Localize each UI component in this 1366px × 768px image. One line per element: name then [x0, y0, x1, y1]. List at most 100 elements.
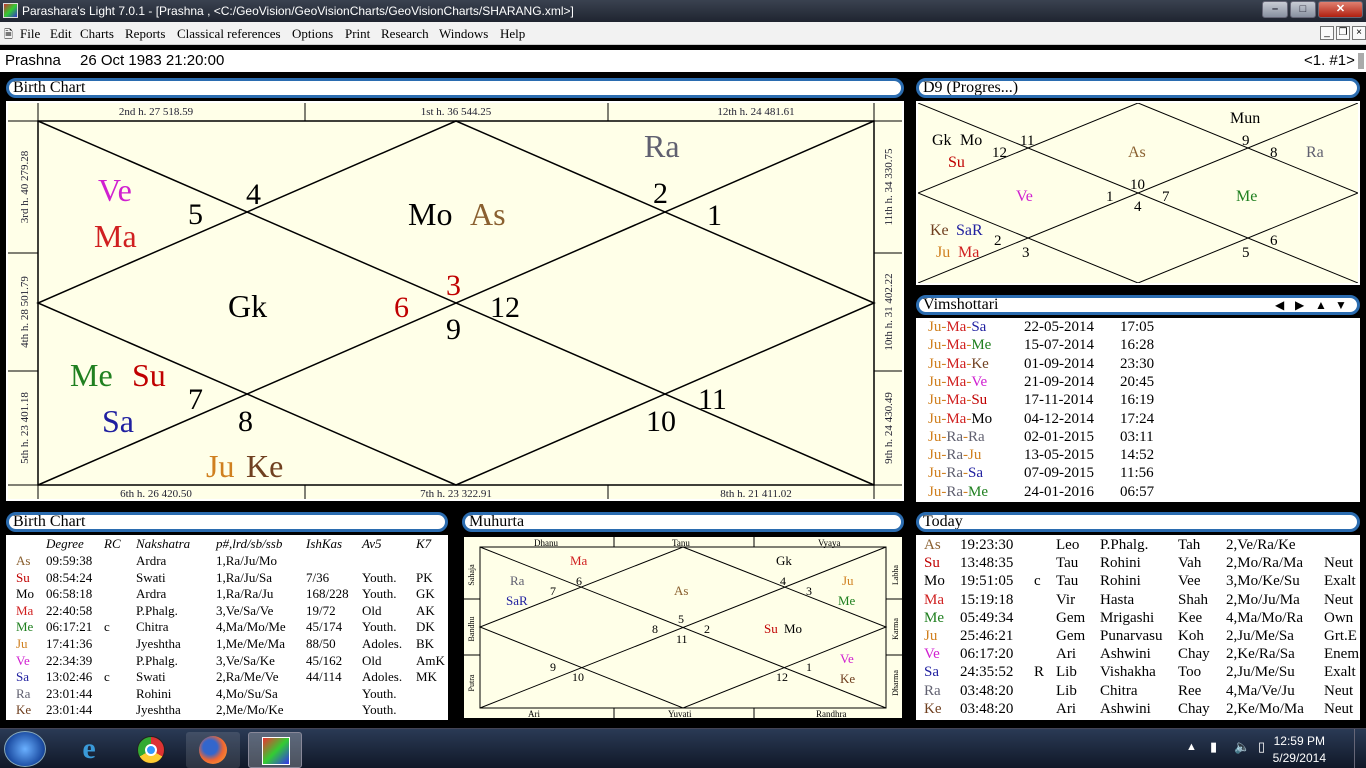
today-cell: Vishakha — [1100, 664, 1156, 681]
planet-jupiter[interactable]: Ju — [206, 448, 234, 484]
d9-planet[interactable]: Su — [948, 154, 965, 171]
menu-charts[interactable]: Charts — [80, 26, 114, 42]
battery-icon[interactable]: ▯ — [1258, 739, 1265, 755]
close-button[interactable]: ✕ — [1318, 1, 1363, 18]
dasha-row[interactable]: Ju-Ra-Ju 13-05-2015 14:52 — [928, 447, 1154, 464]
muhurta-planet[interactable]: Me — [838, 593, 856, 608]
muhurta-planet[interactable]: Mo — [784, 621, 802, 636]
menu-edit[interactable]: Edit — [50, 26, 72, 42]
muhurta-house-number: 12 — [776, 670, 788, 684]
arrow-down-icon[interactable]: ▼ — [1335, 298, 1347, 312]
table-cell: 23:01:44 — [46, 702, 93, 718]
d9-planet[interactable]: Ke — [930, 222, 949, 239]
muhurta-planet[interactable]: Ra — [510, 573, 525, 588]
table-cell: Rohini — [136, 685, 172, 701]
arrow-up-icon[interactable]: ▲ — [1315, 298, 1327, 312]
mdi-minimize-button[interactable]: _ — [1320, 26, 1334, 40]
dasha-row[interactable]: Ju-Ma-Me 15-07-2014 16:28 — [928, 337, 1154, 354]
column-header[interactable]: Av5 — [362, 536, 382, 552]
d9-planet[interactable]: Ve — [1016, 188, 1033, 205]
d9-planet[interactable]: Mun — [1230, 110, 1260, 127]
column-header[interactable]: K7 — [416, 536, 431, 552]
mdi-restore-button[interactable]: ❐ — [1336, 26, 1350, 40]
menu-classical-references[interactable]: Classical references — [177, 26, 281, 42]
scroll-handle[interactable] — [1358, 53, 1364, 69]
column-header[interactable]: IshKas — [306, 536, 342, 552]
menu-print[interactable]: Print — [345, 26, 370, 42]
minimize-button[interactable]: – — [1262, 1, 1288, 18]
table-cell: Adoles. — [362, 669, 403, 685]
internet-explorer-icon[interactable]: e — [62, 732, 116, 768]
planet-rahu[interactable]: Ra — [644, 128, 680, 164]
column-header[interactable]: p#,lrd/sb/ssb — [216, 536, 282, 552]
system-clock[interactable]: 12:59 PM 5/29/2014 — [1273, 733, 1326, 767]
firefox-icon[interactable] — [186, 732, 240, 768]
dasha-row[interactable]: Ju-Ma-Ve 21-09-2014 20:45 — [928, 374, 1154, 391]
column-header[interactable]: Degree — [46, 536, 84, 552]
d9-planet[interactable]: As — [1128, 144, 1146, 161]
start-button[interactable] — [4, 731, 46, 767]
menu-help[interactable]: Help — [500, 26, 525, 42]
column-header[interactable]: RC — [104, 536, 121, 552]
dasha-row[interactable]: Ju-Ma-Mo 04-12-2014 17:24 — [928, 411, 1154, 428]
d9-planet[interactable]: Me — [1236, 188, 1257, 205]
menu-bar: 🗎 File Edit Charts Reports Classical ref… — [0, 22, 1366, 45]
title-bar: Parashara's Light 7.0.1 - [Prashna , <C:… — [0, 0, 1366, 22]
volume-icon[interactable]: 🔈 — [1234, 739, 1250, 755]
dasha-row[interactable]: Ju-Ra-Ra 02-01-2015 03:11 — [928, 428, 1154, 446]
d9-planet[interactable]: Ju — [936, 244, 950, 261]
planet-venus[interactable]: Ve — [98, 172, 132, 208]
muhurta-planet[interactable]: Ve — [840, 651, 854, 666]
muhurta-planet[interactable]: Su — [764, 621, 778, 636]
menu-windows[interactable]: Windows — [439, 26, 488, 42]
menu-options[interactable]: Options — [292, 26, 333, 42]
menu-reports[interactable]: Reports — [125, 26, 165, 42]
birth-chart[interactable]: 2nd h. 27 518.59 1st h. 36 544.25 12th h… — [6, 101, 904, 501]
planet-mercury[interactable]: Me — [70, 357, 113, 393]
table-cell: DK — [416, 619, 435, 635]
column-header[interactable]: Nakshatra — [136, 536, 190, 552]
today-cell: Ari — [1056, 646, 1076, 663]
dasha-row[interactable]: Ju-Ra-Me 24-01-2016 06:57 — [928, 484, 1154, 501]
planet-ketu[interactable]: Ke — [246, 448, 283, 484]
network-icon[interactable]: ▮ — [1210, 739, 1217, 755]
planet-sun[interactable]: Su — [132, 357, 166, 393]
muhurta-house-number: 7 — [550, 584, 556, 598]
d9-planet[interactable]: Mo — [960, 132, 982, 149]
planet-ascendant[interactable]: As — [470, 196, 506, 232]
muhurta-planet[interactable]: As — [674, 583, 688, 598]
dasha-lord: Ra — [946, 428, 964, 445]
muhurta-chart[interactable]: Dhanu Tanu Vyaya Ari Yuvati Randhra Saha… — [462, 535, 904, 720]
d9-chart[interactable]: Mun Gk Mo Su As Ra Ve Me Ke SaR Ju Ma 11… — [916, 101, 1360, 285]
d9-planet[interactable]: Ma — [958, 244, 979, 261]
muhurta-planet[interactable]: Ju — [842, 573, 854, 588]
dasha-row[interactable]: Ju-Ra-Sa 07-09-2015 11:56 — [928, 465, 1154, 482]
dasha-row[interactable]: Ju-Ma-Su 17-11-2014 16:19 — [928, 392, 1154, 409]
muhurta-planet[interactable]: Ma — [570, 553, 588, 568]
chart-index[interactable]: <1. #1> — [1304, 52, 1355, 69]
d9-planet[interactable]: Gk — [932, 132, 952, 149]
planet-saturn[interactable]: Sa — [102, 403, 134, 439]
d9-planet[interactable]: Ra — [1306, 144, 1324, 161]
chrome-icon[interactable] — [124, 732, 178, 768]
today-cell: Neut — [1324, 591, 1354, 608]
dasha-row[interactable]: Ju-Ma-Sa 22-05-2014 17:05 — [928, 319, 1154, 336]
planet-gulika[interactable]: Gk — [228, 288, 267, 324]
arrow-right-icon[interactable]: ▶ — [1295, 298, 1304, 312]
mdi-close-button[interactable]: × — [1352, 26, 1366, 40]
show-hidden-icons-icon[interactable]: ▲ — [1186, 741, 1197, 753]
parasharas-light-icon[interactable] — [248, 732, 302, 768]
dasha-row[interactable]: Ju-Ma-Ke 01-09-2014 23:30 — [928, 356, 1154, 373]
maximize-button[interactable]: □ — [1290, 1, 1316, 18]
d9-planet[interactable]: SaR — [956, 222, 983, 239]
muhurta-planet[interactable]: Gk — [776, 553, 792, 568]
muhurta-planet[interactable]: SaR — [506, 593, 528, 608]
menu-file[interactable]: File — [20, 26, 40, 42]
muhurta-planet[interactable]: Ke — [840, 671, 855, 686]
show-desktop-button[interactable] — [1354, 729, 1366, 768]
menu-research[interactable]: Research — [381, 26, 429, 42]
planet-moon[interactable]: Mo — [408, 196, 452, 232]
today-cell: 4,Ma/Mo/Ra — [1226, 609, 1304, 626]
arrow-left-icon[interactable]: ◀ — [1275, 298, 1284, 312]
planet-mars[interactable]: Ma — [94, 218, 137, 254]
